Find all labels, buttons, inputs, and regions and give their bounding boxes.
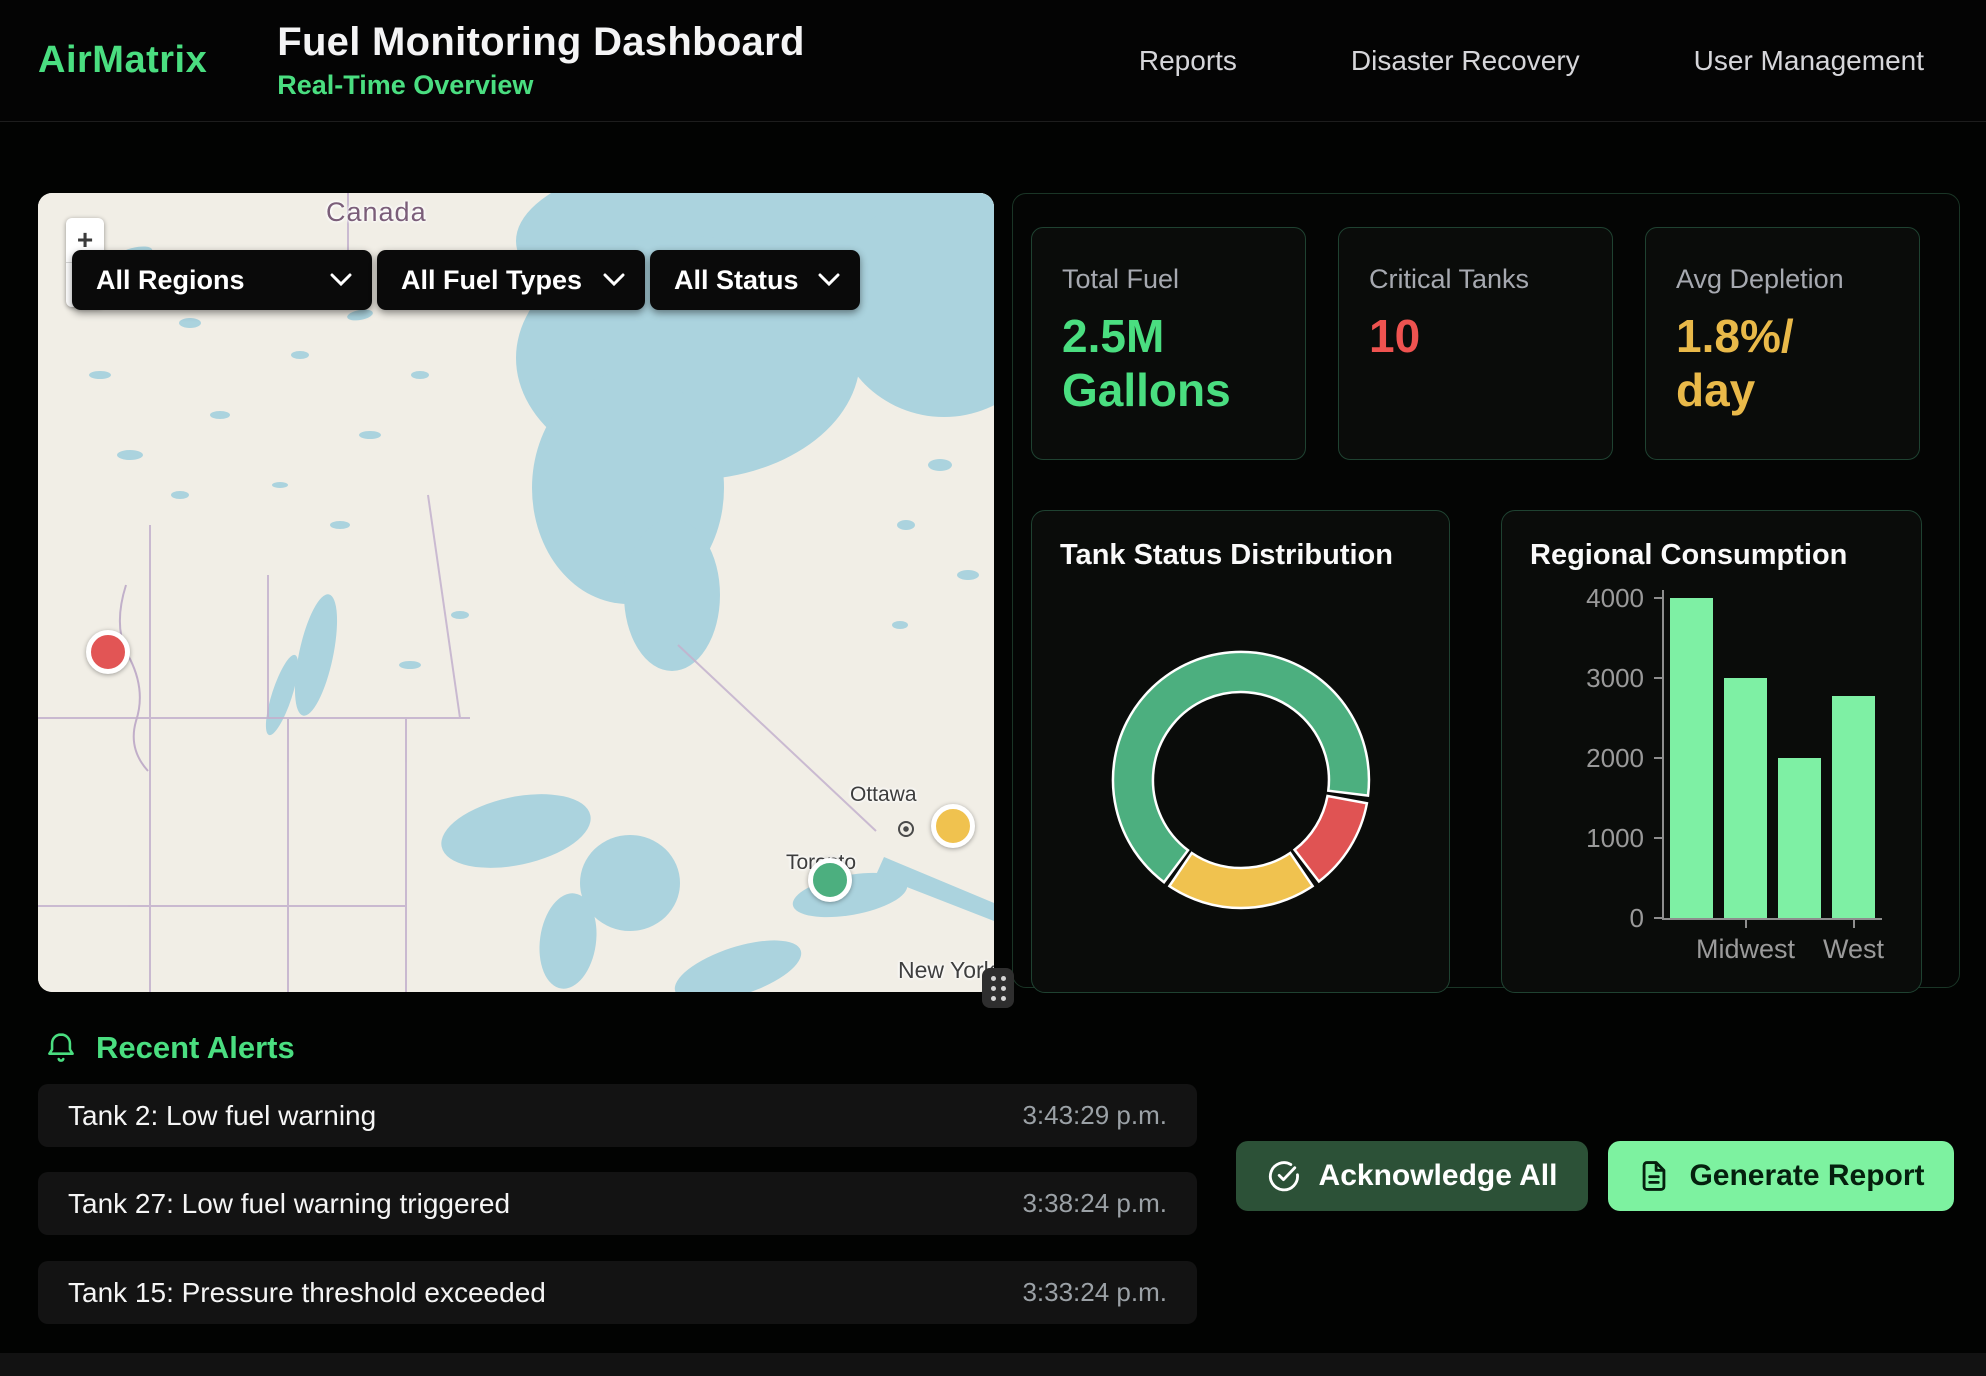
town-dot-icon xyxy=(898,821,914,837)
status-filter-select[interactable]: All Status xyxy=(650,250,860,310)
acknowledge-all-button[interactable]: Acknowledge All xyxy=(1236,1141,1588,1211)
y-tick-label: 0 xyxy=(1530,903,1644,933)
stat-value: 10 xyxy=(1369,309,1582,363)
y-tick-label: 4000 xyxy=(1530,583,1644,613)
y-tick-mark xyxy=(1654,837,1662,839)
x-tick-mark xyxy=(1853,920,1855,928)
stat-card-total-fuel: Total Fuel 2.5M Gallons xyxy=(1031,227,1306,460)
stat-label: Critical Tanks xyxy=(1369,264,1582,295)
alert-row[interactable]: Tank 27: Low fuel warning triggered 3:38… xyxy=(38,1172,1197,1235)
charts-row: Tank Status Distribution Regional Consum… xyxy=(1031,510,1941,993)
title-block: Fuel Monitoring Dashboard Real-Time Over… xyxy=(277,20,804,101)
bar xyxy=(1832,696,1875,918)
page-title: Fuel Monitoring Dashboard xyxy=(277,20,804,65)
stats-row: Total Fuel 2.5M Gallons Critical Tanks 1… xyxy=(1031,227,1941,460)
stat-card-critical-tanks: Critical Tanks 10 xyxy=(1338,227,1613,460)
map-panel: Canada Ottawa Toronto New York + − All R… xyxy=(38,193,994,992)
alert-time: 3:33:24 p.m. xyxy=(1022,1277,1167,1308)
chart-title: Tank Status Distribution xyxy=(1060,539,1421,572)
y-tick-label: 1000 xyxy=(1530,823,1644,853)
alert-time: 3:43:29 p.m. xyxy=(1022,1100,1167,1131)
page-subtitle: Real-Time Overview xyxy=(277,70,804,101)
check-circle-icon xyxy=(1267,1159,1301,1193)
y-tick-mark xyxy=(1654,677,1662,679)
status-filter-value: All Status xyxy=(674,265,799,296)
donut-segment xyxy=(1294,796,1366,882)
map-filter-bar: All Regions All Fuel Types All Status xyxy=(72,250,860,310)
chevron-down-icon xyxy=(818,273,840,287)
chevron-down-icon xyxy=(330,273,352,287)
alert-row[interactable]: Tank 2: Low fuel warning 3:43:29 p.m. xyxy=(38,1084,1197,1147)
x-tick-mark xyxy=(1745,920,1747,928)
footer-bar xyxy=(0,1353,1986,1376)
generate-report-button[interactable]: Generate Report xyxy=(1608,1141,1954,1211)
recent-alerts-title: Recent Alerts xyxy=(96,1030,295,1066)
stat-label: Total Fuel xyxy=(1062,264,1275,295)
generate-report-label: Generate Report xyxy=(1689,1159,1924,1193)
stat-value: 1.8%/ day xyxy=(1676,309,1889,418)
map-marker-warning[interactable] xyxy=(931,804,975,848)
chevron-down-icon xyxy=(603,273,625,287)
donut-chart xyxy=(1071,610,1411,950)
alert-message: Tank 15: Pressure threshold exceeded xyxy=(68,1277,546,1309)
map-marker-normal[interactable] xyxy=(808,858,852,902)
x-tick-label: West xyxy=(1784,934,1924,965)
bar xyxy=(1778,758,1821,918)
brand-logo: AirMatrix xyxy=(38,39,207,82)
map-label-canada: Canada xyxy=(326,197,427,228)
bar xyxy=(1724,678,1767,918)
main-nav: Reports Disaster Recovery User Managemen… xyxy=(1139,45,1924,77)
alert-time: 3:38:24 p.m. xyxy=(1022,1188,1167,1219)
tank-status-card: Tank Status Distribution xyxy=(1031,510,1450,993)
nav-item-reports[interactable]: Reports xyxy=(1139,45,1237,77)
x-axis-line xyxy=(1662,918,1882,920)
y-tick-mark xyxy=(1654,757,1662,759)
alert-message: Tank 2: Low fuel warning xyxy=(68,1100,376,1132)
bar-chart: 01000200030004000MidwestWest xyxy=(1530,580,1893,980)
chart-title: Regional Consumption xyxy=(1530,539,1893,572)
y-tick-label: 2000 xyxy=(1530,743,1644,773)
y-tick-label: 3000 xyxy=(1530,663,1644,693)
file-text-icon xyxy=(1637,1159,1671,1193)
fuel-type-filter-select[interactable]: All Fuel Types xyxy=(377,250,645,310)
nav-item-user-management[interactable]: User Management xyxy=(1694,45,1924,77)
stat-card-avg-depletion: Avg Depletion 1.8%/ day xyxy=(1645,227,1920,460)
region-filter-select[interactable]: All Regions xyxy=(72,250,372,310)
regional-consumption-card: Regional Consumption 01000200030004000Mi… xyxy=(1501,510,1922,993)
nav-item-disaster-recovery[interactable]: Disaster Recovery xyxy=(1351,45,1580,77)
donut-segment xyxy=(1169,853,1312,908)
app-root: AirMatrix Fuel Monitoring Dashboard Real… xyxy=(0,0,1986,1376)
fuel-filter-value: All Fuel Types xyxy=(401,265,582,296)
bell-icon xyxy=(44,1031,78,1065)
y-tick-mark xyxy=(1654,917,1662,919)
recent-alerts-heading: Recent Alerts xyxy=(44,1030,295,1066)
header: AirMatrix Fuel Monitoring Dashboard Real… xyxy=(0,0,1986,122)
y-tick-mark xyxy=(1654,597,1662,599)
stat-value: 2.5M Gallons xyxy=(1062,309,1275,418)
y-axis-line xyxy=(1662,590,1664,920)
map-drag-handle[interactable] xyxy=(982,968,1014,1008)
stat-label: Avg Depletion xyxy=(1676,264,1889,295)
map-label-ottawa: Ottawa xyxy=(850,783,917,807)
alert-row[interactable]: Tank 15: Pressure threshold exceeded 3:3… xyxy=(38,1261,1197,1324)
acknowledge-all-label: Acknowledge All xyxy=(1319,1159,1558,1193)
metrics-panel: Total Fuel 2.5M Gallons Critical Tanks 1… xyxy=(1012,193,1960,988)
map-marker-critical[interactable] xyxy=(86,630,130,674)
map-label-new-york: New York xyxy=(898,957,994,984)
region-filter-value: All Regions xyxy=(96,265,245,296)
bar xyxy=(1670,598,1713,918)
alert-message: Tank 27: Low fuel warning triggered xyxy=(68,1188,510,1220)
